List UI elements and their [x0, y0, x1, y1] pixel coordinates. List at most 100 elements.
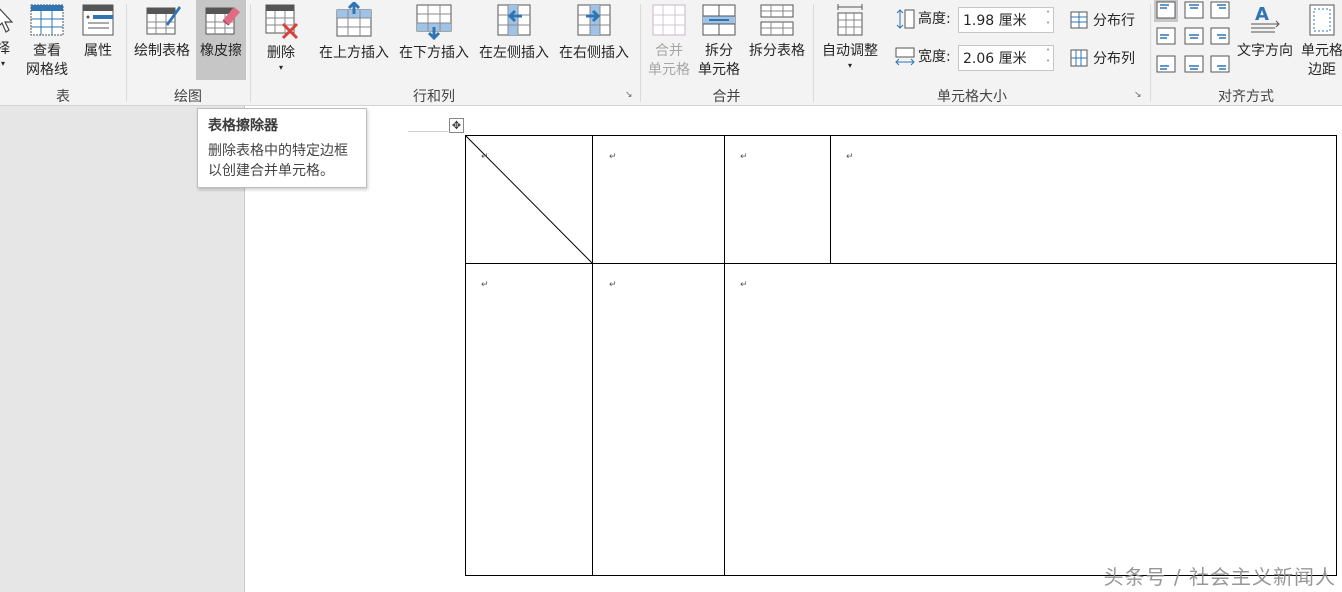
row-height-input[interactable]: 1.98 厘米 ˄ ˅: [958, 7, 1054, 33]
text-direction-label: 文字方向: [1237, 43, 1293, 59]
watermark: 头条号 / 社会主义新闻人: [1103, 565, 1336, 589]
insert-above-icon: [336, 2, 372, 37]
dialog-launcher-icon[interactable]: ↘: [625, 90, 635, 100]
delete-button[interactable]: 删除 ▾: [256, 0, 306, 73]
cell-margins-button[interactable]: 单元格 边距: [1298, 0, 1342, 80]
insert-above-button[interactable]: 在上方插入: [314, 0, 394, 63]
split-table-icon: [760, 4, 794, 36]
insert-below-button[interactable]: 在下方插入: [394, 0, 474, 63]
table-cell[interactable]: [592, 263, 725, 576]
distribute-columns-icon: [1070, 49, 1088, 67]
merge-cells-label-1: 合并: [655, 43, 683, 59]
dialog-launcher-icon[interactable]: ↘: [1134, 90, 1144, 100]
split-cells-icon: [702, 4, 736, 36]
insert-left-icon: [497, 4, 531, 36]
eraser-icon: [205, 7, 240, 35]
tooltip-title: 表格擦除器: [208, 118, 278, 134]
distribute-rows-label: 分布行: [1093, 13, 1135, 29]
cell-margins-icon: [1309, 4, 1335, 36]
align-middle-left-icon: [1156, 27, 1176, 45]
insert-left-button[interactable]: 在左侧插入: [474, 0, 554, 63]
text-direction-button[interactable]: A 文字方向: [1234, 0, 1296, 61]
svg-text:A: A: [1255, 4, 1269, 25]
column-width-value: 2.06 厘米: [963, 51, 1027, 67]
eraser-label: 橡皮擦: [200, 43, 242, 59]
eraser-button[interactable]: 橡皮擦: [196, 0, 246, 80]
cursor-icon: [0, 8, 13, 33]
tooltip-line-2: 以创建合并单元格。: [208, 163, 334, 179]
margin-guide: [408, 131, 448, 132]
align-middle-left-button[interactable]: [1154, 26, 1178, 48]
insert-right-button[interactable]: 在右侧插入: [554, 0, 634, 63]
draw-table-button[interactable]: 绘制表格: [130, 0, 194, 61]
column-width-icon: [895, 47, 915, 66]
distribute-rows-button[interactable]: 分布行: [1070, 9, 1135, 31]
delete-table-icon: [265, 4, 299, 40]
split-cells-label-1: 拆分: [705, 43, 733, 59]
align-bottom-left-button[interactable]: [1154, 54, 1178, 76]
cell-margins-label-2: 边距: [1308, 62, 1336, 78]
insert-right-icon: [577, 4, 611, 36]
insert-below-icon: [416, 4, 452, 40]
group-label-merge: 合并: [712, 89, 741, 105]
row-height-icon: [896, 9, 915, 29]
tooltip-body: 删除表格中的特定边框 以创建合并单元格。: [208, 141, 356, 181]
align-top-right-icon: [1210, 1, 1230, 19]
insert-below-label: 在下方插入: [399, 45, 469, 61]
gridlines-icon: [30, 4, 64, 36]
align-top-center-button[interactable]: [1182, 0, 1206, 22]
align-middle-center-button[interactable]: [1182, 26, 1206, 48]
align-bottom-right-button[interactable]: [1208, 54, 1232, 76]
align-bottom-center-button[interactable]: [1182, 54, 1206, 76]
properties-button[interactable]: 属性: [76, 0, 120, 61]
paragraph-mark: ↵: [481, 152, 489, 162]
paragraph-mark: ↵: [481, 280, 489, 290]
split-cells-label-2: 单元格: [698, 62, 740, 78]
select-label: 择: [0, 41, 10, 57]
group-label-align: 对齐方式: [1218, 89, 1274, 105]
align-middle-right-button[interactable]: [1208, 26, 1232, 48]
text-direction-icon: A: [1251, 4, 1280, 33]
distribute-columns-label: 分布列: [1093, 51, 1135, 67]
paragraph-mark: ↵: [609, 280, 617, 290]
draw-table-label: 绘制表格: [134, 43, 190, 59]
align-bottom-center-icon: [1184, 55, 1204, 73]
autofit-icon: [837, 4, 863, 36]
autofit-label: 自动调整: [822, 43, 878, 59]
tooltip-line-1: 删除表格中的特定边框: [208, 143, 348, 159]
column-width-input[interactable]: 2.06 厘米 ˄ ˅: [958, 45, 1054, 71]
distribute-columns-button[interactable]: 分布列: [1070, 47, 1135, 69]
group-label-cell-size: 单元格大小: [937, 89, 1007, 105]
paragraph-mark: ↵: [740, 280, 748, 290]
align-bottom-right-icon: [1210, 55, 1230, 73]
view-gridlines-label-1: 查看: [33, 43, 61, 59]
table-cell[interactable]: [465, 263, 593, 576]
split-cells-button[interactable]: 拆分 单元格: [694, 0, 744, 80]
view-gridlines-button[interactable]: 查看 网格线: [22, 0, 72, 80]
eraser-tooltip: 表格擦除器 删除表格中的特定边框 以创建合并单元格。: [197, 108, 367, 188]
align-middle-right-icon: [1210, 27, 1230, 45]
spinner-arrows-icon[interactable]: ˄ ˅: [1046, 47, 1050, 69]
spinner-arrows-icon[interactable]: ˄ ˅: [1046, 9, 1050, 31]
view-gridlines-label-2: 网格线: [26, 62, 68, 78]
row-height-value: 1.98 厘米: [963, 13, 1027, 29]
merge-cells-icon: [652, 4, 686, 36]
table-cell[interactable]: [830, 135, 1337, 264]
split-table-button[interactable]: 拆分表格: [746, 0, 808, 61]
table-cell[interactable]: [724, 263, 1337, 576]
group-label-rows-cols: 行和列: [413, 89, 455, 105]
table-move-handle-icon[interactable]: ✥: [449, 118, 464, 133]
chevron-down-icon: ▾: [278, 63, 283, 72]
select-button[interactable]: 择 ▾: [0, 0, 14, 69]
align-top-right-button[interactable]: [1208, 0, 1232, 22]
insert-left-label: 在左侧插入: [479, 45, 549, 61]
insert-above-label: 在上方插入: [319, 45, 389, 61]
align-top-center-icon: [1184, 1, 1204, 19]
properties-icon: [82, 4, 114, 36]
autofit-button[interactable]: 自动调整 ▾: [818, 0, 882, 71]
merge-cells-label-2: 单元格: [648, 62, 690, 78]
merge-cells-button[interactable]: 合并 单元格: [644, 0, 694, 80]
split-table-label: 拆分表格: [749, 43, 805, 59]
chevron-down-icon: ▾: [847, 61, 852, 70]
align-top-left-button[interactable]: [1154, 0, 1178, 22]
